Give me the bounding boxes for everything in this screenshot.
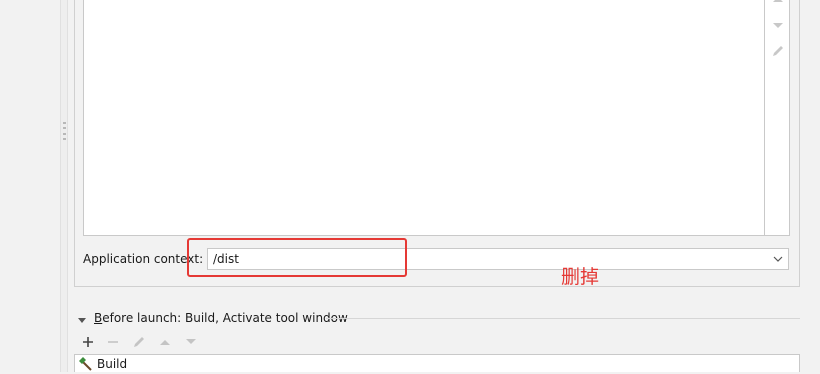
application-context-combobox[interactable]: /dist [207, 248, 789, 270]
before-launch-mnemonic: B [94, 311, 103, 325]
add-icon[interactable] [80, 334, 96, 350]
panel-splitter[interactable] [60, 0, 68, 372]
left-panel-edge [0, 0, 60, 372]
section-divider [326, 318, 800, 319]
list-item[interactable]: Build [75, 355, 799, 373]
application-context-value: /dist [213, 252, 239, 266]
before-launch-title[interactable]: Before launch: Build, Activate tool wind… [94, 310, 348, 326]
entries-list[interactable] [83, 0, 765, 236]
before-launch-header: Before launch: Build, Activate tool wind… [74, 309, 800, 327]
hammer-icon [77, 357, 93, 371]
move-up-icon[interactable] [157, 334, 173, 350]
annotation-text: 删掉 [561, 266, 600, 288]
before-launch-title-text: efore launch: Build, Activate tool windo… [102, 311, 348, 325]
splitter-grip-icon[interactable] [61, 122, 67, 140]
build-task-label: Build [97, 357, 128, 371]
move-down-icon[interactable] [183, 334, 199, 350]
move-up-icon[interactable] [771, 0, 785, 6]
before-launch-task-list: Build [74, 354, 800, 372]
edit-icon[interactable] [131, 334, 147, 350]
collapse-triangle-icon[interactable] [77, 314, 87, 323]
chevron-down-icon[interactable] [772, 253, 784, 265]
remove-icon[interactable] [105, 334, 121, 350]
application-context-label: Application context: [83, 252, 204, 266]
edit-icon[interactable] [771, 44, 785, 58]
list-side-toolbar [765, 0, 790, 236]
move-down-icon[interactable] [771, 19, 785, 33]
